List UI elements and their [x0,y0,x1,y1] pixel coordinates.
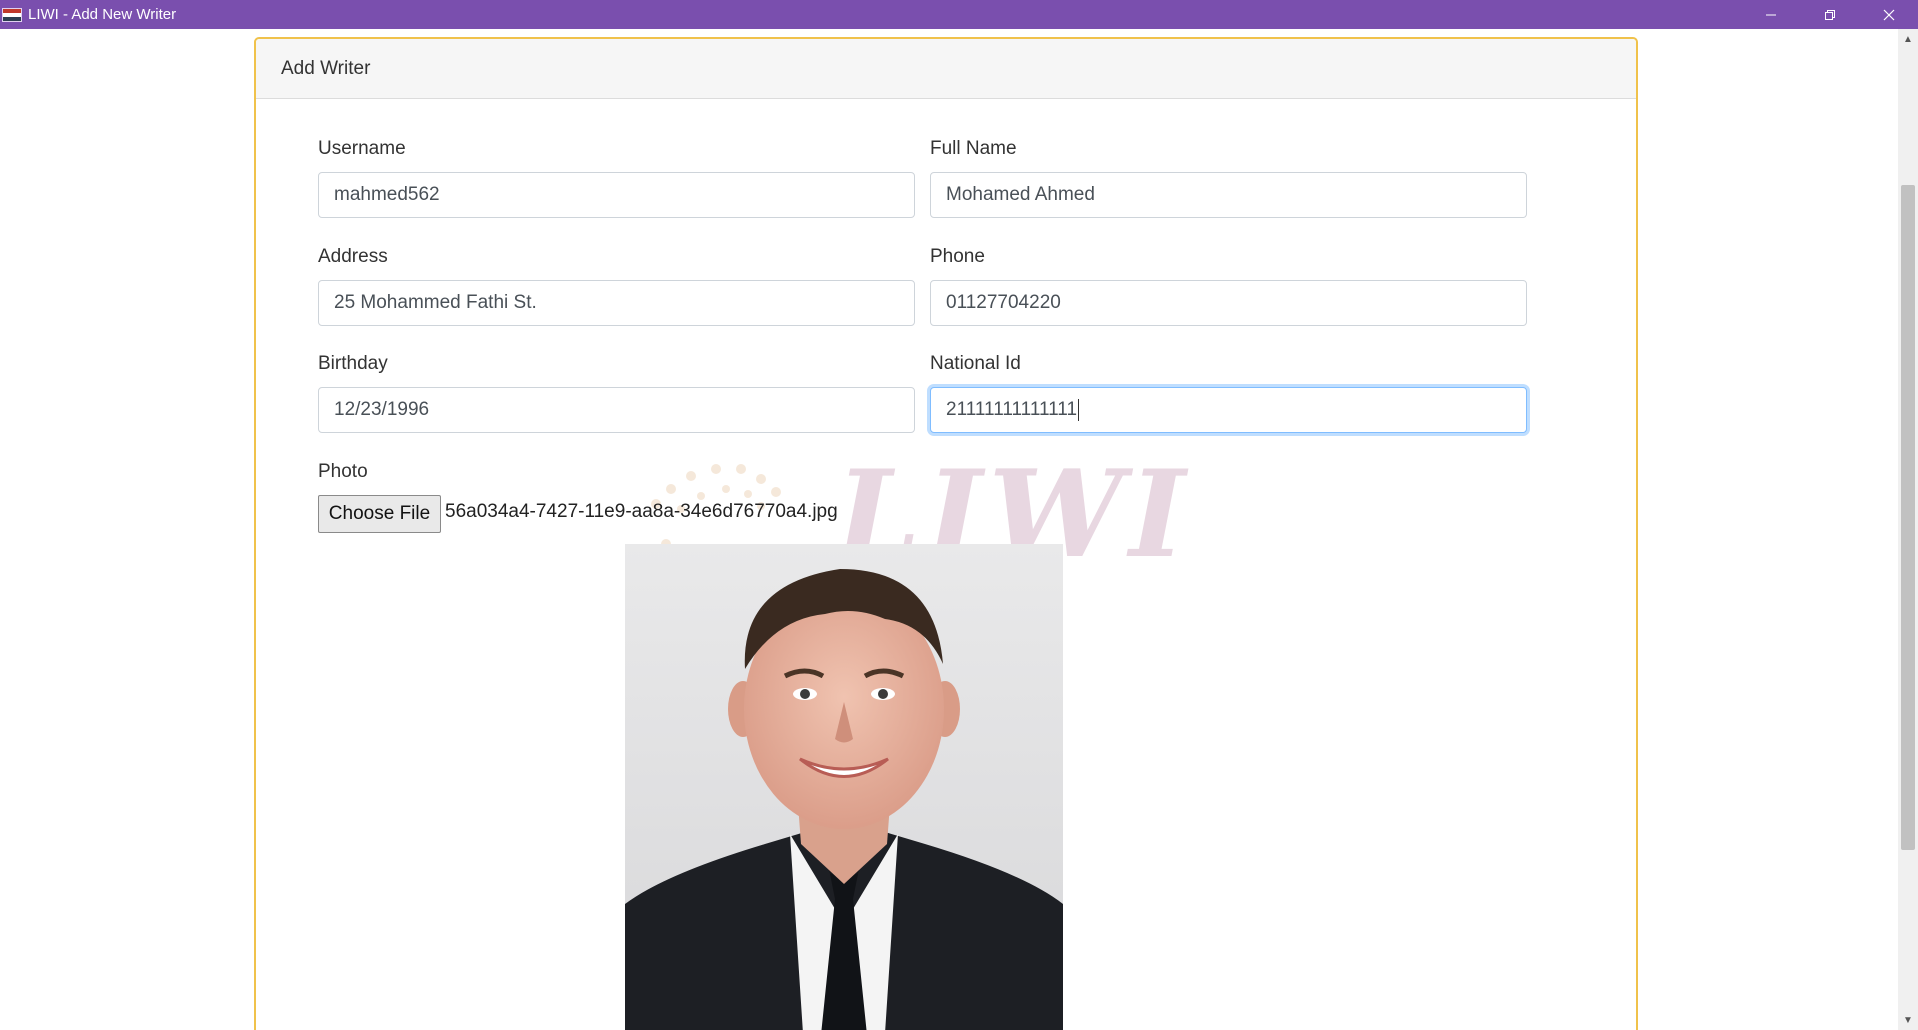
address-label: Address [318,246,388,267]
restore-button[interactable] [1800,0,1859,29]
title-bar: LIWI - Add New Writer [0,0,1918,29]
restore-icon [1824,9,1835,20]
birthday-input[interactable]: 12/23/1996 [318,387,915,433]
phone-value: 01127704220 [946,292,1061,313]
phone-input[interactable]: 01127704220 [930,280,1527,326]
national-id-label: National Id [930,353,1021,374]
username-label: Username [318,138,406,159]
minimize-button[interactable] [1741,0,1800,29]
full-name-input[interactable]: Mohamed Ahmed [930,172,1527,218]
phone-label: Phone [930,246,985,267]
national-id-value: 21111111111111 [946,399,1078,420]
choose-file-button[interactable]: Choose File [318,495,441,533]
address-value: 25 Mohammed Fathi St. [334,292,537,313]
selected-file-name: 56a034a4-7427-11e9-aa8a-34e6d76770a4.jpg [445,501,838,522]
card-header: Add Writer [256,39,1636,99]
full-name-value: Mohamed Ahmed [946,184,1095,205]
photo-label: Photo [318,461,368,482]
page-content: Add Writer LIWI Username mahmed562 Full … [0,29,1898,1030]
writer-photo [625,544,1063,1030]
birthday-value: 12/23/1996 [334,399,430,420]
scroll-down-icon[interactable]: ▼ [1898,1010,1918,1030]
username-input[interactable]: mahmed562 [318,172,915,218]
vertical-scrollbar[interactable]: ▲ ▼ [1898,29,1918,1030]
window-title: LIWI - Add New Writer [28,6,177,23]
address-input[interactable]: 25 Mohammed Fathi St. [318,280,915,326]
window-controls [1741,0,1918,29]
national-id-input[interactable]: 21111111111111 [930,387,1527,433]
add-writer-card: Add Writer LIWI Username mahmed562 Full … [254,37,1638,1030]
flag-icon [2,7,22,22]
close-button[interactable] [1859,0,1918,29]
text-caret [1078,399,1080,421]
minimize-icon [1765,14,1776,15]
birthday-label: Birthday [318,353,388,374]
close-icon [1883,9,1894,20]
scroll-thumb[interactable] [1901,185,1915,850]
person-portrait [625,544,1063,1030]
scroll-up-icon[interactable]: ▲ [1898,29,1918,49]
username-value: mahmed562 [334,184,440,205]
full-name-label: Full Name [930,138,1017,159]
